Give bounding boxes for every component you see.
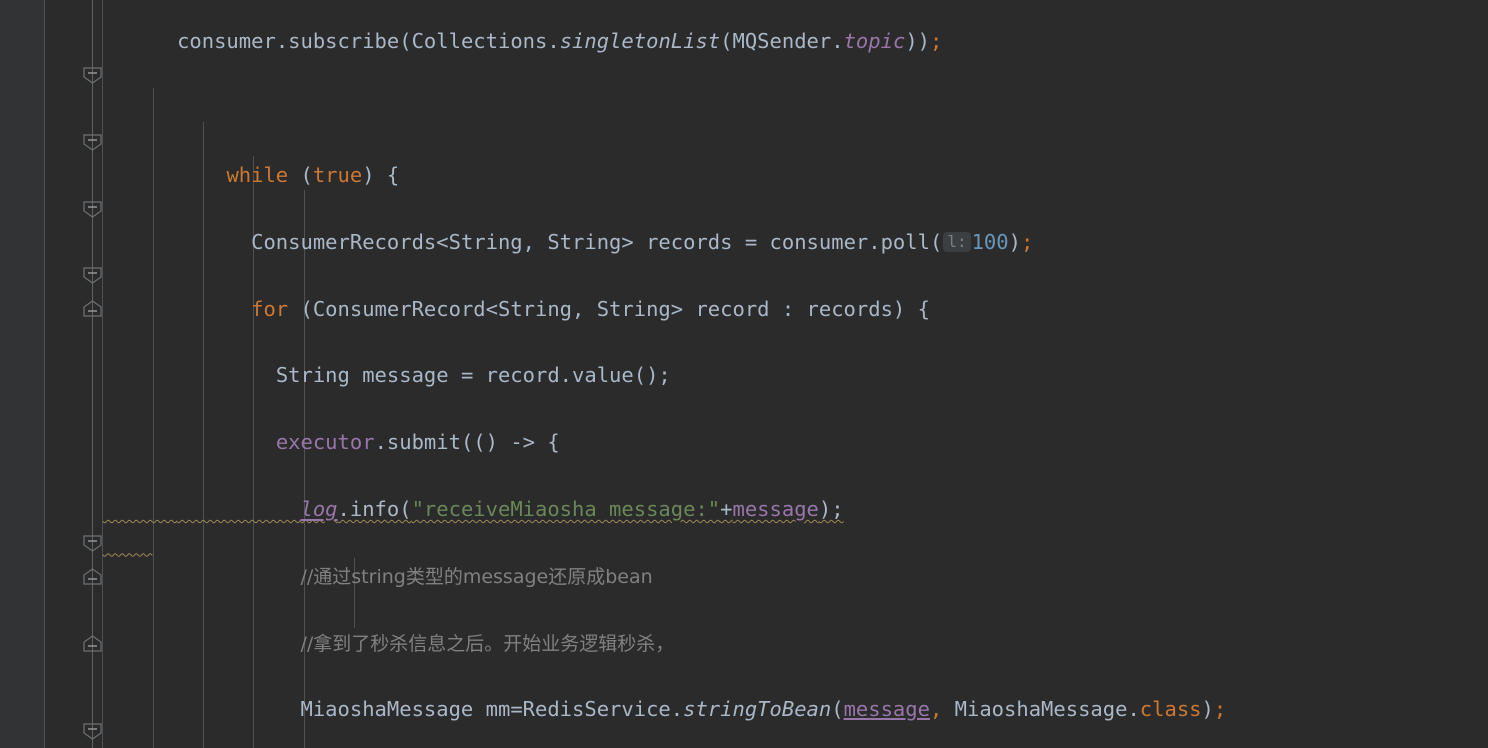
token-class: MiaoshaMessage bbox=[954, 697, 1128, 722]
code-line: ConsumerRecords<String, String> records … bbox=[103, 192, 1488, 254]
token-plus: + bbox=[720, 496, 733, 521]
token-loop-decl: ConsumerRecord<String, String> record : … bbox=[312, 296, 893, 321]
token-call: consumer.poll( bbox=[769, 229, 943, 254]
inlay-parameter-hint[interactable]: l: bbox=[943, 231, 971, 252]
token-semicolon: ; bbox=[930, 29, 943, 54]
fold-start-icon[interactable] bbox=[82, 535, 103, 552]
token-paren: ( bbox=[720, 29, 733, 54]
token-identifier: consumer bbox=[177, 29, 276, 54]
token-number: 100 bbox=[971, 229, 1009, 254]
token-dot: . bbox=[275, 29, 289, 54]
fold-end-icon[interactable] bbox=[82, 635, 103, 652]
token-type: MiaoshaMessage bbox=[300, 697, 474, 722]
token-variable: records bbox=[646, 229, 733, 254]
fold-start-icon[interactable] bbox=[82, 134, 103, 151]
token-variable-message: message bbox=[732, 496, 819, 521]
token-paren: ( bbox=[399, 29, 412, 54]
token-type: ConsumerRecords<String, String> bbox=[251, 229, 634, 254]
token-paren: ) { bbox=[362, 162, 400, 187]
fold-start-icon[interactable] bbox=[82, 723, 103, 740]
fold-end-icon[interactable] bbox=[82, 300, 103, 317]
token-dot: . bbox=[1127, 697, 1140, 722]
token-statement: String message = record.value(); bbox=[275, 363, 671, 388]
code-line: //拿到了秒杀信息之后。开始业务逻辑秒杀， bbox=[103, 593, 1488, 655]
token-class: RedisService bbox=[522, 697, 671, 722]
code-text-area[interactable]: consumer.subscribe(Collections.singleton… bbox=[103, 0, 1488, 748]
token-paren: ) bbox=[1008, 229, 1021, 254]
token-method: subscribe bbox=[288, 29, 400, 54]
code-line: while (true) { bbox=[103, 126, 1488, 187]
token-keyword-for: for bbox=[251, 296, 289, 321]
code-line: MiaoshaMessage mm=RedisService.stringToB… bbox=[103, 660, 1488, 721]
token-static-method: singletonList bbox=[559, 29, 721, 54]
token-class: Collections bbox=[411, 29, 548, 54]
code-line: log.info("receiveMiaosha message:"+messa… bbox=[103, 460, 1488, 521]
token-dot: . bbox=[547, 29, 560, 54]
token-operator: = bbox=[510, 697, 523, 722]
editor-left-annotation-strip[interactable] bbox=[0, 0, 45, 748]
code-line: //通过string类型的message还原成bean bbox=[103, 526, 1488, 588]
fold-end-icon[interactable] bbox=[82, 568, 103, 585]
token-static-field: topic bbox=[843, 29, 906, 54]
token-comma: , bbox=[929, 697, 943, 722]
token-lambda: .submit(() -> { bbox=[374, 430, 560, 455]
fold-start-icon[interactable] bbox=[82, 67, 103, 84]
token-keyword-while: while bbox=[226, 162, 289, 187]
code-folding-gutter[interactable] bbox=[46, 0, 102, 748]
token-comment: //通过string类型的message还原成bean bbox=[300, 565, 653, 588]
token-comment: //拿到了秒杀信息之后。开始业务逻辑秒杀， bbox=[300, 632, 675, 655]
token-paren: )) bbox=[905, 29, 930, 54]
token-static-method: stringToBean bbox=[683, 697, 832, 722]
token-operator: = bbox=[732, 229, 770, 254]
token-param-message: message bbox=[843, 697, 930, 722]
token-paren: ( bbox=[831, 697, 844, 722]
token-field-executor: executor bbox=[275, 430, 375, 455]
token-paren: ) bbox=[1201, 697, 1214, 722]
token-keyword-class: class bbox=[1139, 697, 1202, 722]
token-dot: . bbox=[831, 29, 844, 54]
token-close: ); bbox=[818, 496, 844, 521]
token-string: "receiveMiaosha message:" bbox=[411, 496, 721, 521]
code-line: for (ConsumerRecord<String, String> reco… bbox=[103, 259, 1488, 321]
token-paren: ) { bbox=[892, 296, 930, 321]
token-variable: mm bbox=[485, 697, 511, 722]
code-line: consumer.subscribe(Collections.singleton… bbox=[103, 0, 1488, 53]
code-line: String message = record.value(); bbox=[103, 326, 1488, 387]
fold-start-icon[interactable] bbox=[82, 267, 103, 284]
code-line: executor.submit(() -> { bbox=[103, 393, 1488, 454]
token-static-field-log: log bbox=[300, 496, 338, 521]
token-space: ( bbox=[288, 296, 313, 321]
token-semicolon: ; bbox=[1213, 697, 1227, 722]
fold-start-icon[interactable] bbox=[82, 201, 103, 218]
token-space: ( bbox=[288, 162, 313, 187]
token-class: MQSender bbox=[732, 29, 832, 54]
token-keyword-true: true bbox=[312, 162, 363, 187]
code-line: MiaoshaUser user=mm.getUser(); bbox=[103, 727, 1488, 748]
token-method-info: .info( bbox=[337, 496, 412, 521]
ide-editor-window: consumer.subscribe(Collections.singleton… bbox=[0, 0, 1488, 748]
token-semicolon: ; bbox=[1020, 229, 1034, 254]
token-dot: . bbox=[670, 697, 684, 722]
